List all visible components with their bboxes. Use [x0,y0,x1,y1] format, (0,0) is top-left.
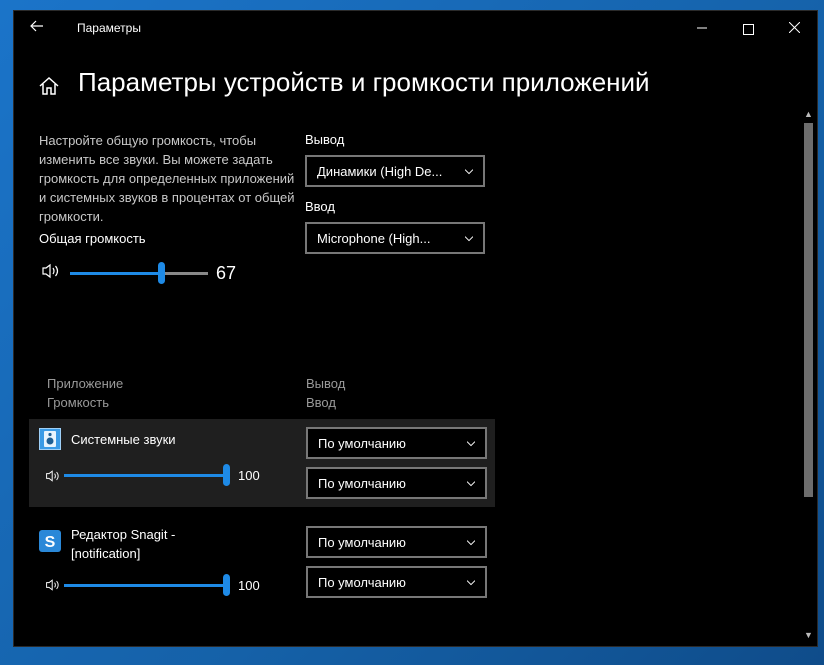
app-output-value: По умолчанию [318,436,406,451]
master-volume-label: Общая громкость [39,231,146,246]
app-name: Редактор Snagit - [notification] [71,527,176,561]
output-device-value: Динамики (High De... [317,164,443,179]
maximize-button[interactable] [725,11,771,45]
minimize-button[interactable] [679,11,725,45]
app-volume-slider[interactable] [64,574,230,596]
chevron-down-icon [467,441,475,447]
chevron-down-icon [467,481,475,487]
slider-thumb[interactable] [223,464,230,486]
app-input-value: По умолчанию [318,476,406,491]
slider-fill [64,584,230,587]
slider-track [162,272,208,275]
master-volume-slider[interactable] [70,262,208,284]
output-label: Вывод [305,132,345,147]
back-arrow-icon[interactable] [25,17,49,39]
column-header-volume-label: Громкость [47,395,109,410]
app-output-dropdown[interactable]: По умолчанию [306,427,487,459]
window-title: Параметры [77,21,141,35]
app-volume-value: 100 [238,468,260,483]
slider-fill [64,474,230,477]
chevron-down-icon [465,169,473,175]
speaker-icon[interactable] [45,579,61,592]
title-bar: Параметры [14,11,817,45]
input-device-dropdown[interactable]: Microphone (High... [305,222,485,254]
app-input-dropdown[interactable]: По умолчанию [306,566,487,598]
scrollbar-thumb[interactable] [804,123,813,497]
app-output-value: По умолчанию [318,535,406,550]
vertical-scrollbar[interactable]: ▲ ▼ [800,107,817,646]
master-volume-value: 67 [216,263,237,283]
column-header-app: Приложение Громкость [47,374,123,412]
app-volume-value: 100 [238,578,260,593]
column-header-output-label: Вывод [306,376,346,391]
master-volume-description: Настройте общую громкость, чтобы изменит… [39,133,295,224]
slider-fill [70,272,162,275]
scroll-down-icon[interactable]: ▼ [804,631,813,640]
chevron-down-icon [465,236,473,242]
app-input-dropdown[interactable]: По умолчанию [306,467,487,499]
maximize-icon [742,23,754,35]
home-icon[interactable] [38,75,60,97]
app-name: Системные звуки [71,432,176,447]
chevron-down-icon [467,580,475,586]
page-title: Параметры устройств и громкости приложен… [78,67,650,97]
svg-text:S: S [45,534,56,551]
settings-window: Параметры Параметры устройств и громкост… [14,11,817,646]
snagit-icon: S [39,530,61,552]
slider-thumb[interactable] [158,262,165,284]
close-button[interactable] [771,11,817,45]
column-header-devices: Вывод Ввод [306,374,345,412]
input-label: Ввод [305,199,335,214]
scroll-up-icon[interactable]: ▲ [804,110,813,119]
column-header-app-label: Приложение [47,376,124,391]
column-header-input-label: Ввод [306,395,336,410]
slider-thumb[interactable] [223,574,230,596]
output-device-dropdown[interactable]: Динамики (High De... [305,155,485,187]
system-sounds-icon [39,428,61,450]
speaker-icon[interactable] [45,470,61,483]
chevron-down-icon [467,540,475,546]
speaker-icon[interactable] [41,263,61,279]
app-output-dropdown[interactable]: По умолчанию [306,526,487,558]
input-device-value: Microphone (High... [317,231,431,246]
app-input-value: По умолчанию [318,575,406,590]
app-volume-slider[interactable] [64,464,230,486]
